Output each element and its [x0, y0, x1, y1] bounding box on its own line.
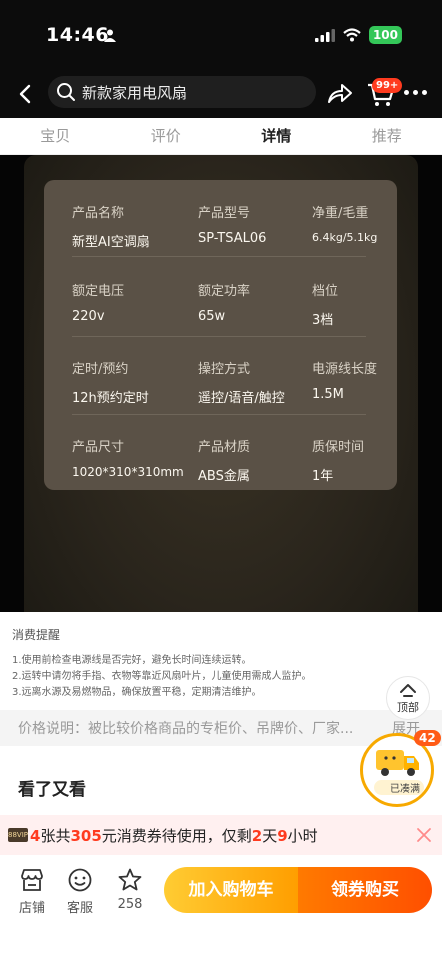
- search-query: 新款家用电风扇: [82, 83, 188, 102]
- back-icon[interactable]: [12, 80, 40, 108]
- status-indicators: 100: [314, 26, 402, 44]
- spec-label: 产品型号: [198, 206, 251, 221]
- add-to-cart-button[interactable]: 加入购物车: [164, 867, 298, 913]
- price-note-text: 价格说明：被比较价格商品的专柜价、吊牌价、厂家...: [18, 721, 354, 737]
- top-navigation: 新款家用电风扇 99+: [0, 70, 442, 118]
- spec-cell: 电源线长度 1.5M: [312, 358, 377, 402]
- favorite-count: 258: [117, 897, 143, 912]
- spec-label: 档位: [312, 284, 339, 299]
- back-to-top-button[interactable]: 顶部: [386, 676, 430, 720]
- notice-title: 消费提醒: [12, 628, 61, 642]
- more-options-button[interactable]: [404, 82, 430, 102]
- spec-label: 额定电压: [72, 284, 125, 299]
- spec-cell: 产品尺寸 1020*310*310mm: [72, 436, 184, 479]
- spec-cell: 操控方式 遥控/语音/触控: [198, 358, 285, 406]
- notice-line: 2.运转中请勿将手指、衣物等靠近风扇叶片，儿童使用需成人监护。: [12, 671, 312, 682]
- spec-value: 220v: [72, 309, 105, 324]
- spec-table: 产品名称 新型AI空调扇 产品型号 SP-TSAL06 净重/毛重 6.4kg/…: [44, 180, 397, 490]
- spec-cell: 质保时间 1年: [312, 436, 364, 484]
- spec-label: 产品名称: [72, 206, 125, 221]
- battery-indicator: 100: [368, 26, 402, 44]
- coupon-bar[interactable]: 88VIP 4张共305元消费券待使用，仅剩2天9小时: [0, 815, 442, 855]
- spec-row: 额定电压 220v 额定功率 65w 档位 3档: [72, 280, 382, 340]
- tab-recommend[interactable]: 推荐: [332, 118, 442, 154]
- spec-cell: 额定功率 65w: [198, 280, 250, 324]
- status-bar: 14:46 100: [0, 0, 442, 70]
- tab-item[interactable]: 宝贝: [0, 118, 111, 154]
- badge-label: 已凑满: [374, 780, 424, 795]
- spec-cell: 产品材质 ABS金属: [198, 436, 250, 484]
- spec-row: 产品名称 新型AI空调扇 产品型号 SP-TSAL06 净重/毛重 6.4kg/…: [72, 202, 382, 262]
- coupon-text: 4张共305元消费券待使用，仅剩2天9小时: [30, 826, 318, 845]
- bottom-action-bar: 店铺 客服 258 加入购物车 领券购买: [0, 855, 442, 960]
- spec-value: 1020*310*310mm: [72, 465, 184, 479]
- person-icon: [104, 29, 116, 42]
- dot-icon: [422, 89, 427, 95]
- spec-value: 65w: [198, 309, 226, 324]
- tab-reviews[interactable]: 评价: [111, 118, 222, 154]
- search-input[interactable]: 新款家用电风扇: [48, 76, 316, 108]
- wifi-icon: [343, 28, 361, 42]
- spec-cell: 净重/毛重 6.4kg/5.1kg: [312, 202, 377, 244]
- signal-icon: [314, 28, 335, 42]
- section-title: 看了又看: [18, 780, 86, 800]
- dot-icon: [404, 89, 409, 95]
- spec-label: 额定功率: [198, 284, 251, 299]
- service-label: 客服: [66, 901, 93, 916]
- search-icon: [57, 83, 75, 101]
- arrow-up-icon: [400, 684, 416, 697]
- spec-label: 产品材质: [198, 440, 251, 455]
- cart-badge: 99+: [372, 78, 403, 93]
- spec-divider: [72, 256, 366, 257]
- customer-service-button[interactable]: 客服: [60, 867, 100, 916]
- tab-bar: 宝贝 评价 详情 推荐: [0, 118, 442, 155]
- spec-divider: [72, 336, 366, 337]
- notice-line: 1.使用前检查电源线是否完好，避免长时间连续运转。: [12, 655, 252, 666]
- spec-row: 定时/预约 12h预约定时 操控方式 遥控/语音/触控 电源线长度 1.5M: [72, 358, 382, 418]
- spec-value: 3档: [312, 313, 334, 328]
- status-time: 14:46: [46, 24, 109, 46]
- spec-label: 定时/预约: [72, 362, 129, 377]
- spec-label: 产品尺寸: [72, 440, 125, 455]
- spec-label: 净重/毛重: [312, 206, 369, 221]
- spec-value: 1.5M: [312, 387, 344, 402]
- vip-icon: 88VIP: [8, 828, 28, 842]
- spec-value: 1年: [312, 469, 334, 484]
- spec-cell: 档位 3档: [312, 280, 338, 328]
- spec-row: 产品尺寸 1020*310*310mm 产品材质 ABS金属 质保时间 1年: [72, 436, 382, 496]
- spec-label: 操控方式: [198, 362, 251, 377]
- spec-value: 新型AI空调扇: [72, 235, 150, 250]
- spec-label: 质保时间: [312, 440, 365, 455]
- favorite-button[interactable]: 258: [110, 867, 150, 912]
- spec-value: 6.4kg/5.1kg: [312, 231, 378, 244]
- spec-cell: 定时/预约 12h预约定时: [72, 358, 149, 406]
- close-icon[interactable]: [416, 827, 432, 843]
- store-icon: [21, 869, 43, 891]
- spec-divider: [72, 414, 366, 415]
- spec-value: SP-TSAL06: [198, 231, 267, 246]
- spec-value: 12h预约定时: [72, 391, 149, 406]
- dot-icon: [413, 89, 418, 95]
- store-label: 店铺: [18, 901, 45, 916]
- back-to-top-label: 顶部: [397, 701, 419, 714]
- notice-line: 3.远离水源及易燃物品，确保放置平稳，定期清洁维护。: [12, 687, 262, 698]
- spec-value: ABS金属: [198, 469, 250, 484]
- delivery-truck-icon: [376, 750, 419, 776]
- tab-details[interactable]: 详情: [221, 118, 332, 154]
- buy-with-coupon-button[interactable]: 领券购买: [298, 867, 432, 913]
- spec-cell: 产品型号 SP-TSAL06: [198, 202, 266, 246]
- spec-label: 电源线长度: [312, 362, 378, 377]
- store-button[interactable]: 店铺: [12, 867, 52, 916]
- share-icon[interactable]: [326, 80, 354, 106]
- spec-cell: 额定电压 220v: [72, 280, 124, 324]
- spec-value: 遥控/语音/触控: [198, 391, 285, 406]
- spec-cell: 产品名称 新型AI空调扇: [72, 202, 150, 250]
- badge-count: 42: [414, 730, 441, 746]
- service-face-icon: [68, 868, 92, 892]
- star-icon: [118, 868, 142, 891]
